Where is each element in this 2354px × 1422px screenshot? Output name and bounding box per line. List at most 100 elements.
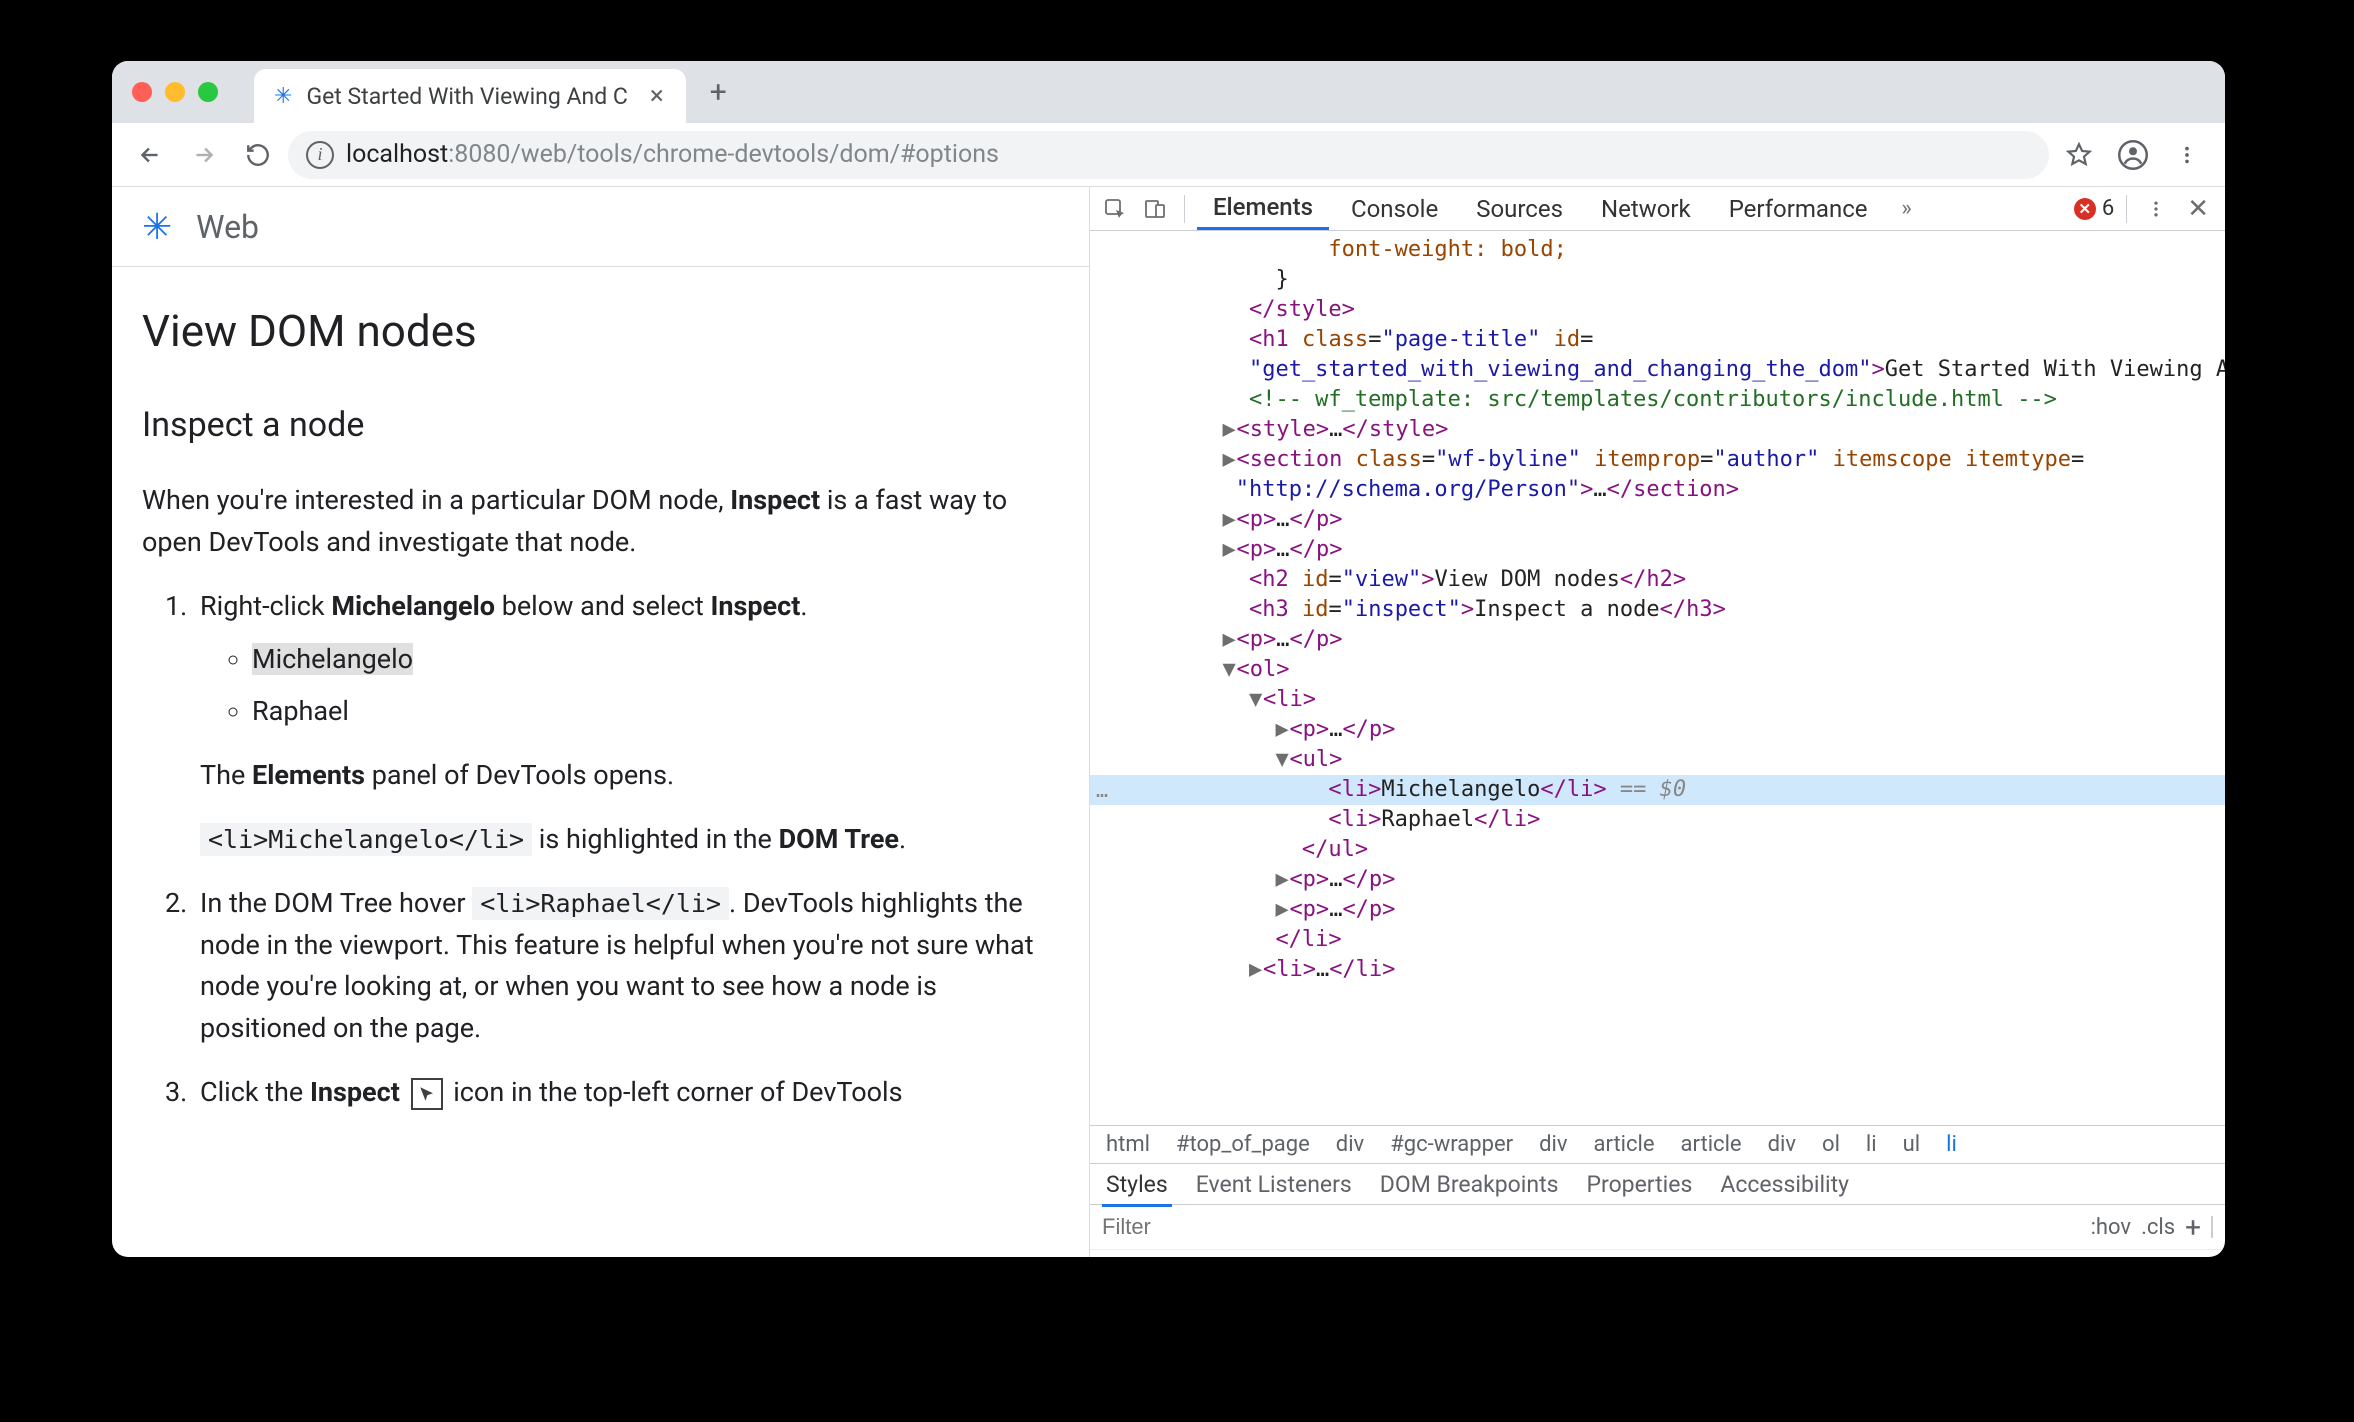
crumb[interactable]: #gc-wrapper: [1390, 1132, 1513, 1157]
tree-row[interactable]: </style>: [1090, 295, 2225, 325]
window-maximize-button[interactable]: [198, 82, 218, 102]
error-icon: ✕: [2074, 198, 2096, 220]
tree-row[interactable]: <h1 class="page-title" id=: [1090, 325, 2225, 355]
back-button[interactable]: [126, 131, 174, 179]
window-close-button[interactable]: [132, 82, 152, 102]
forward-button[interactable]: [180, 131, 228, 179]
step-1: Right-click Michelangelo below and selec…: [194, 586, 1059, 861]
site-info-icon[interactable]: i: [306, 141, 334, 169]
tree-row[interactable]: ▶<li>…</li>: [1090, 955, 2225, 985]
tab-sources[interactable]: Sources: [1460, 187, 1579, 230]
error-badge[interactable]: ✕ 6: [2074, 196, 2114, 221]
tree-row[interactable]: "get_started_with_viewing_and_changing_t…: [1090, 355, 2225, 385]
artists-list: Michelangelo Raphael: [200, 639, 1059, 733]
tab-close-button[interactable]: ×: [642, 77, 672, 115]
stab-dom-breakpoints[interactable]: DOM Breakpoints: [1380, 1171, 1559, 1198]
tree-row[interactable]: <!-- wf_template: src/templates/contribu…: [1090, 385, 2225, 415]
tree-row[interactable]: font-weight: bold;: [1090, 235, 2225, 265]
list-item-michelangelo[interactable]: Michelangelo: [252, 639, 1059, 681]
tree-row[interactable]: </li>: [1090, 925, 2225, 955]
more-tabs-button[interactable]: »: [1890, 192, 1924, 226]
inspect-element-button[interactable]: [1098, 192, 1132, 226]
devtools-menu-button[interactable]: [2139, 192, 2173, 226]
devtools-tabbar: Elements Console Sources Network Perform…: [1090, 187, 2225, 231]
tree-row[interactable]: ▶<section class="wf-byline" itemprop="au…: [1090, 445, 2225, 475]
tree-row[interactable]: <li>Raphael</li>: [1090, 805, 2225, 835]
address-bar[interactable]: i localhost:8080/web/tools/chrome-devtoo…: [288, 131, 2049, 179]
tree-row[interactable]: ▶<p>…</p>: [1090, 865, 2225, 895]
tree-row-selected[interactable]: <li>Michelangelo</li> == $0: [1090, 775, 2225, 805]
tree-row[interactable]: ▶<style>…</style>: [1090, 415, 2225, 445]
tree-row[interactable]: ▶<p>…</p>: [1090, 715, 2225, 745]
styles-filter-input[interactable]: [1102, 1214, 2081, 1240]
crumb[interactable]: #top_of_page: [1176, 1132, 1310, 1157]
browser-window: ✳ Get Started With Viewing And C × + i l…: [112, 61, 2225, 1257]
stab-styles[interactable]: Styles: [1106, 1171, 1168, 1198]
toolbar-right: [2055, 131, 2211, 179]
window-minimize-button[interactable]: [165, 82, 185, 102]
url-host: localhost: [346, 140, 448, 169]
crumb[interactable]: div: [1336, 1132, 1364, 1157]
crumb[interactable]: article: [1681, 1132, 1742, 1157]
tree-row[interactable]: <h3 id="inspect">Inspect a node</h3>: [1090, 595, 2225, 625]
site-logo-icon: ✳: [142, 206, 172, 248]
url-path: /web/tools/chrome-devtools/dom/#options: [510, 140, 998, 169]
browser-tab[interactable]: ✳ Get Started With Viewing And C ×: [254, 69, 686, 123]
new-style-rule-button[interactable]: +: [2185, 1211, 2201, 1244]
tree-row[interactable]: ▼<ul>: [1090, 745, 2225, 775]
crumb[interactable]: div: [1768, 1132, 1796, 1157]
intro-paragraph: When you're interested in a particular D…: [142, 480, 1059, 564]
dom-tree[interactable]: font-weight: bold; } </style> <h1 class=…: [1090, 231, 2225, 1125]
site-header: ✳ Web: [112, 187, 1089, 267]
tab-network[interactable]: Network: [1585, 187, 1707, 230]
site-name: Web: [196, 208, 259, 246]
stab-properties[interactable]: Properties: [1586, 1171, 1692, 1198]
browser-menu-button[interactable]: [2163, 131, 2211, 179]
steps-list: Right-click Michelangelo below and selec…: [142, 586, 1059, 1114]
crumb[interactable]: li: [1866, 1132, 1877, 1157]
styles-tabbar: Styles Event Listeners DOM Breakpoints P…: [1090, 1163, 2225, 1205]
devtools-close-button[interactable]: ✕: [2179, 194, 2217, 224]
tree-row[interactable]: ▼<li>: [1090, 685, 2225, 715]
tree-row[interactable]: ▼<ol>: [1090, 655, 2225, 685]
browser-toolbar: i localhost:8080/web/tools/chrome-devtoo…: [112, 123, 2225, 187]
tab-favicon: ✳: [274, 84, 292, 109]
tree-row[interactable]: </ul>: [1090, 835, 2225, 865]
stab-event-listeners[interactable]: Event Listeners: [1196, 1171, 1352, 1198]
tab-performance[interactable]: Performance: [1713, 187, 1884, 230]
page-viewport: ✳ Web View DOM nodes Inspect a node When…: [112, 187, 1090, 1257]
crumb[interactable]: ul: [1903, 1132, 1920, 1157]
tree-row[interactable]: }: [1090, 265, 2225, 295]
tree-row[interactable]: ▶<p>…</p>: [1090, 505, 2225, 535]
tree-row[interactable]: "http://schema.org/Person">…</section>: [1090, 475, 2225, 505]
tab-console[interactable]: Console: [1335, 187, 1454, 230]
page-h3: Inspect a node: [142, 399, 1059, 452]
new-tab-button[interactable]: +: [700, 75, 737, 110]
crumb[interactable]: ol: [1822, 1132, 1840, 1157]
reload-button[interactable]: [234, 131, 282, 179]
tab-strip: ✳ Get Started With Viewing And C × +: [112, 61, 2225, 123]
crumb[interactable]: article: [1594, 1132, 1655, 1157]
devtools-panel: Elements Console Sources Network Perform…: [1090, 187, 2225, 1257]
stab-accessibility[interactable]: Accessibility: [1720, 1171, 1849, 1198]
bookmark-button[interactable]: [2055, 131, 2103, 179]
tree-row[interactable]: ▶<p>…</p>: [1090, 895, 2225, 925]
crumb[interactable]: div: [1539, 1132, 1567, 1157]
tree-row[interactable]: <h2 id="view">View DOM nodes</h2>: [1090, 565, 2225, 595]
cls-toggle[interactable]: .cls: [2141, 1215, 2175, 1240]
tab-elements[interactable]: Elements: [1197, 187, 1329, 230]
dom-breadcrumbs[interactable]: html #top_of_page div #gc-wrapper div ar…: [1090, 1125, 2225, 1163]
tree-row[interactable]: ▶<p>…</p>: [1090, 625, 2225, 655]
profile-button[interactable]: [2109, 131, 2157, 179]
styles-body: [1090, 1249, 2225, 1257]
inspect-icon: [411, 1078, 443, 1110]
code-li-michelangelo: <li>Michelangelo</li>: [200, 823, 532, 856]
device-toolbar-button[interactable]: [1138, 192, 1172, 226]
crumb[interactable]: html: [1106, 1132, 1150, 1157]
crumb-active[interactable]: li: [1946, 1132, 1957, 1157]
window-controls: [132, 82, 218, 102]
error-count: 6: [2102, 196, 2114, 221]
tree-row[interactable]: ▶<p>…</p>: [1090, 535, 2225, 565]
list-item-raphael[interactable]: Raphael: [252, 691, 1059, 733]
hov-toggle[interactable]: :hov: [2091, 1215, 2132, 1240]
